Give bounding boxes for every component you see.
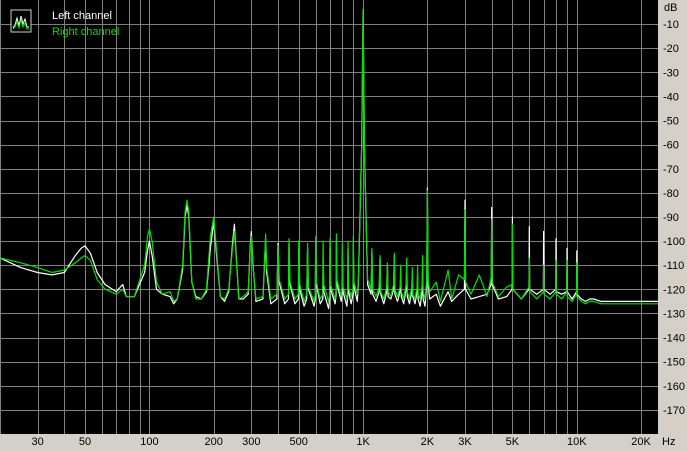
x-tick-label: 50 bbox=[79, 436, 91, 448]
x-tick-label: 200 bbox=[205, 436, 223, 448]
y-tick-label: -90 bbox=[663, 212, 679, 224]
legend-left-label: Left channel bbox=[52, 10, 112, 22]
y-tick-label: -20 bbox=[663, 43, 679, 55]
y-tick-label: -170 bbox=[663, 405, 685, 417]
x-tick-label: 10K bbox=[567, 436, 587, 448]
x-tick-label: 3K bbox=[458, 436, 472, 448]
y-tick-label: -110 bbox=[663, 260, 684, 272]
x-axis-unit: Hz bbox=[662, 436, 675, 448]
x-tick-label: 2K bbox=[421, 436, 435, 448]
x-tick-label: 30 bbox=[31, 436, 43, 448]
y-tick-label: -70 bbox=[663, 164, 679, 176]
spectrum-chart: -10 -20 -30 -40 -50 -60 -70 -80 -90 -100 -110 -120 -… bbox=[0, 0, 687, 451]
x-tick-label: 20K bbox=[631, 436, 651, 448]
y-tick-label: -100 bbox=[663, 236, 685, 248]
legend-right-label: Right channel bbox=[52, 26, 119, 38]
spectrum-icon bbox=[10, 9, 32, 33]
y-tick-label: -140 bbox=[663, 333, 685, 345]
y-tick-label: -40 bbox=[663, 91, 679, 103]
x-tick-label: 5K bbox=[506, 436, 520, 448]
x-tick-label: 1K bbox=[356, 436, 370, 448]
y-tick-label: -60 bbox=[663, 140, 679, 152]
y-tick-label: -150 bbox=[663, 357, 685, 369]
y-tick-label: -80 bbox=[663, 188, 679, 200]
y-axis-unit: dB bbox=[664, 2, 677, 14]
y-tick-label: -160 bbox=[663, 381, 685, 393]
y-tick-label: -130 bbox=[663, 308, 685, 320]
y-tick-label: -30 bbox=[663, 67, 679, 79]
x-tick-label: 500 bbox=[290, 436, 308, 448]
y-tick-label: -50 bbox=[663, 116, 679, 128]
y-tick-label: -10 bbox=[663, 19, 679, 31]
x-tick-label: 100 bbox=[140, 436, 158, 448]
y-tick-label: -120 bbox=[663, 284, 685, 296]
x-tick-label: 300 bbox=[242, 436, 260, 448]
